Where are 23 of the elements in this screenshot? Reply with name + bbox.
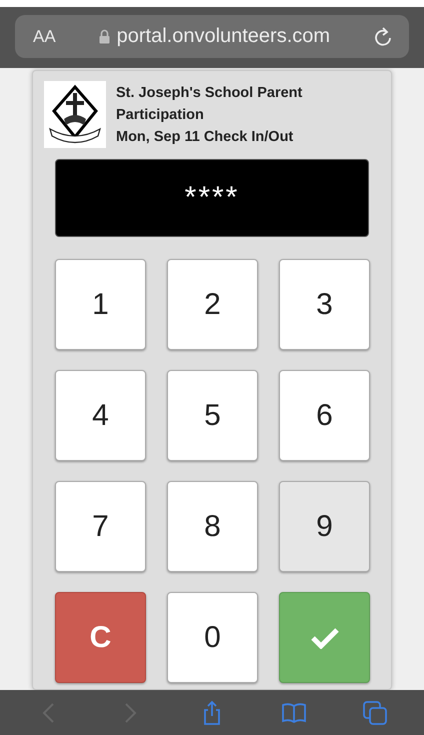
text-size-button[interactable]: AA (33, 26, 56, 46)
event-subtitle: Mon, Sep 11 Check In/Out (116, 128, 294, 147)
url-text: portal.onvolunteers.com (116, 25, 330, 48)
clear-button[interactable]: C (55, 592, 146, 683)
school-title: St. Joseph's School Parent Participation (116, 84, 304, 125)
digit-key[interactable]: 6 (279, 370, 370, 461)
digit-key[interactable]: 0 (167, 592, 258, 683)
digit-key[interactable]: 8 (167, 481, 258, 572)
digit-key[interactable]: 7 (55, 481, 146, 572)
check-icon (310, 626, 338, 648)
tabs-icon (362, 700, 388, 726)
pin-display: **** (55, 159, 369, 237)
digit-key[interactable]: 9 (279, 481, 370, 572)
submit-button[interactable] (279, 592, 370, 683)
reload-icon[interactable] (373, 26, 393, 48)
digit-key[interactable]: 5 (167, 370, 258, 461)
lock-icon (98, 29, 110, 44)
tabs-button[interactable] (362, 700, 388, 726)
digit-key[interactable]: 4 (55, 370, 146, 461)
digit-key[interactable]: 3 (279, 259, 370, 350)
digit-key[interactable]: 2 (167, 259, 258, 350)
address-bar[interactable]: AA portal.onvolunteers.com (15, 15, 409, 58)
digit-key[interactable]: 1 (55, 259, 146, 350)
